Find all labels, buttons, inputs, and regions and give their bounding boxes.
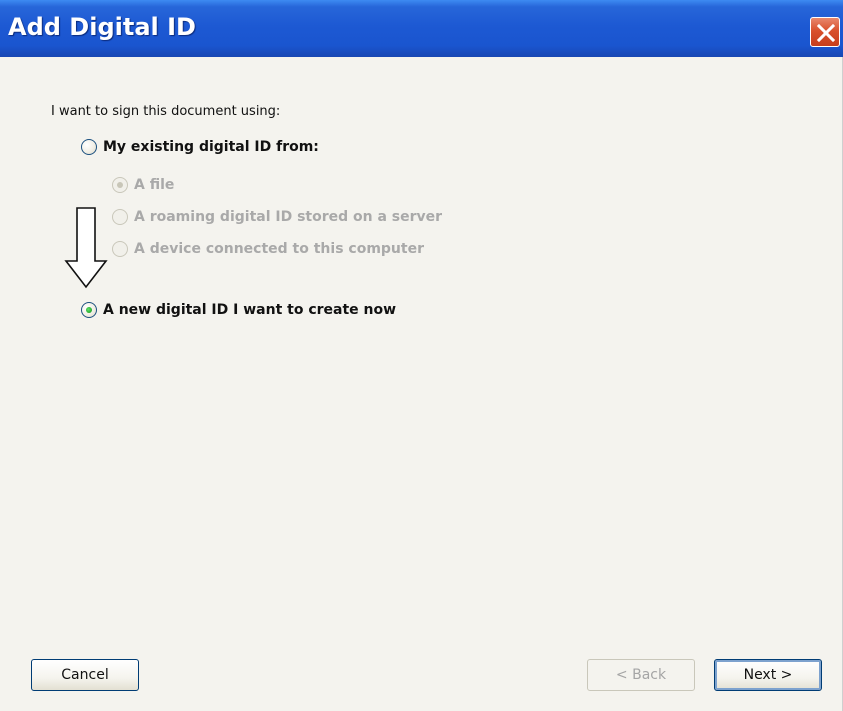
radio-device-connected: A device connected to this computer [112, 241, 424, 257]
back-button: < Back [587, 659, 695, 691]
radio-button-selected-disabled [112, 177, 128, 193]
next-button[interactable]: Next > [714, 659, 822, 691]
down-arrow-icon [64, 207, 108, 293]
radio-a-file: A file [112, 177, 174, 193]
dialog-content: I want to sign this document using: My e… [0, 57, 843, 711]
sign-prompt: I want to sign this document using: [51, 104, 281, 119]
close-button[interactable] [810, 17, 840, 47]
radio-button-unselected[interactable] [81, 139, 97, 155]
option-label: My existing digital ID from: [103, 139, 319, 155]
cancel-button[interactable]: Cancel [31, 659, 139, 691]
title-bar[interactable]: Add Digital ID [0, 0, 843, 57]
radio-new-digital-id[interactable]: A new digital ID I want to create now [81, 302, 396, 318]
window-title: Add Digital ID [8, 13, 196, 41]
add-digital-id-dialog: Add Digital ID I want to sign this docum… [0, 0, 843, 711]
radio-button-disabled [112, 241, 128, 257]
option-label: A roaming digital ID stored on a server [134, 209, 443, 225]
radio-roaming-digital-id: A roaming digital ID stored on a server [112, 209, 442, 225]
option-label: A file [134, 177, 175, 193]
option-label: A new digital ID I want to create now [103, 302, 397, 318]
radio-button-selected[interactable] [81, 302, 97, 318]
option-label: A device connected to this computer [134, 241, 424, 257]
radio-button-disabled [112, 209, 128, 225]
radio-existing-digital-id[interactable]: My existing digital ID from: [81, 139, 319, 155]
